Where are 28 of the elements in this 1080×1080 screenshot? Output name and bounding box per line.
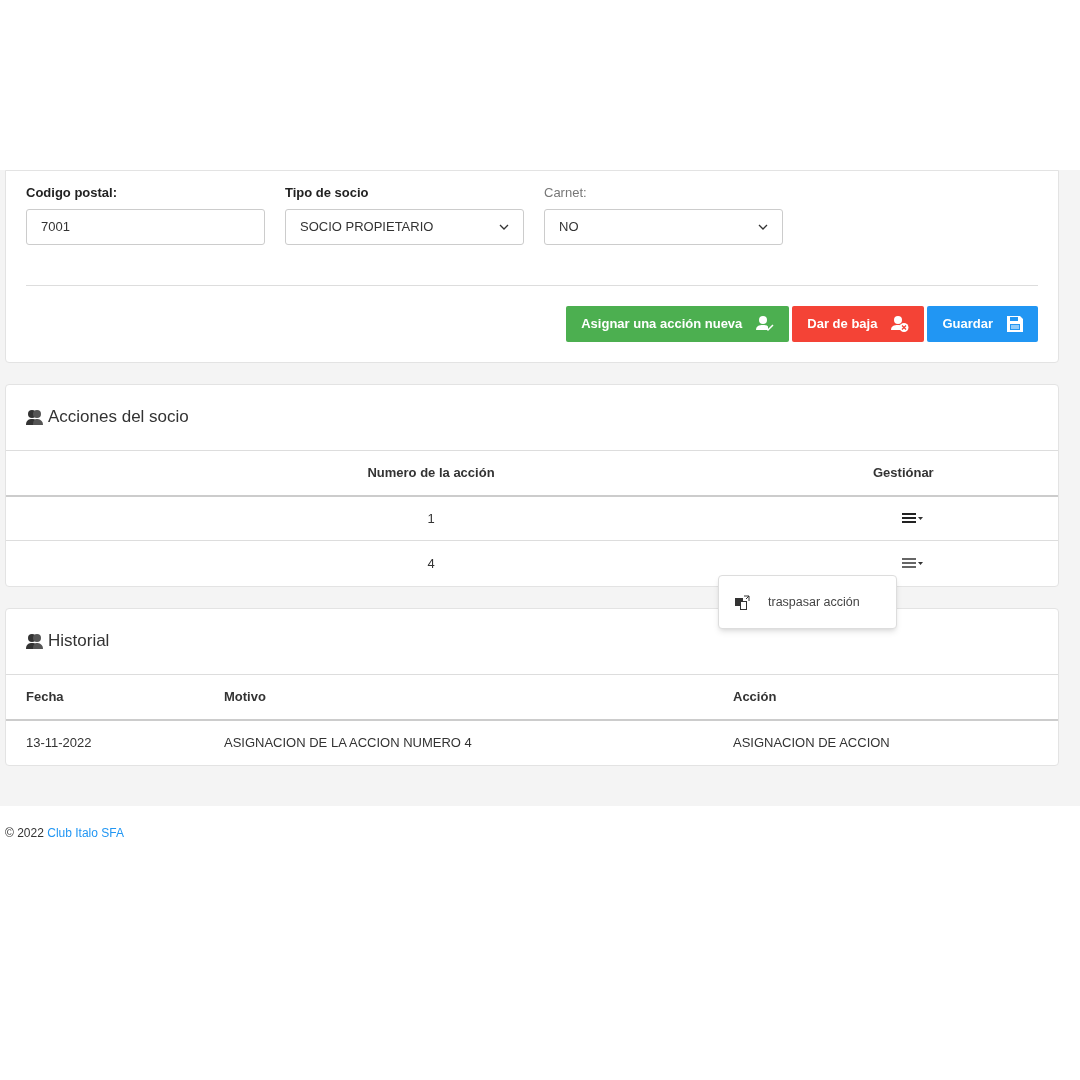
transfer-icon	[735, 594, 750, 610]
column-header: Acción	[733, 674, 1058, 720]
field-label: Codigo postal:	[26, 184, 118, 202]
menu-icon[interactable]	[902, 513, 924, 524]
section-title: Historial	[48, 630, 110, 653]
chevron-icon	[499, 223, 509, 230]
remove-button[interactable]: Dar de baja	[792, 305, 925, 342]
user-check-icon	[756, 315, 775, 332]
field-label: Tipo de socio	[285, 184, 370, 202]
table-cell: 13-11-2022	[6, 719, 224, 765]
table-cell: ASIGNACION DE LA ACCION NUMERO 4	[224, 719, 733, 765]
table-cell: ASIGNACION DE ACCION	[733, 719, 1058, 765]
user-remove-icon	[891, 315, 910, 332]
save-icon	[1007, 315, 1023, 332]
section-title: Acciones del socio	[48, 406, 189, 429]
select-field[interactable]: NO	[544, 208, 783, 245]
column-header: Fecha	[6, 674, 224, 720]
copyright-text: © 2022	[5, 825, 44, 840]
select-field[interactable]: SOCIO PROPIETARIO	[285, 208, 524, 245]
column-header: Numero de la acción	[6, 450, 856, 496]
users-icon	[26, 633, 44, 649]
chevron-icon	[758, 223, 768, 230]
column-header: Motivo	[224, 674, 733, 720]
users-icon	[26, 409, 44, 425]
input-field[interactable]: 7001	[26, 208, 265, 245]
column-header: Gestiónar	[856, 450, 1058, 496]
field-label: Carnet:	[544, 184, 588, 202]
table-cell: 1	[6, 495, 856, 541]
